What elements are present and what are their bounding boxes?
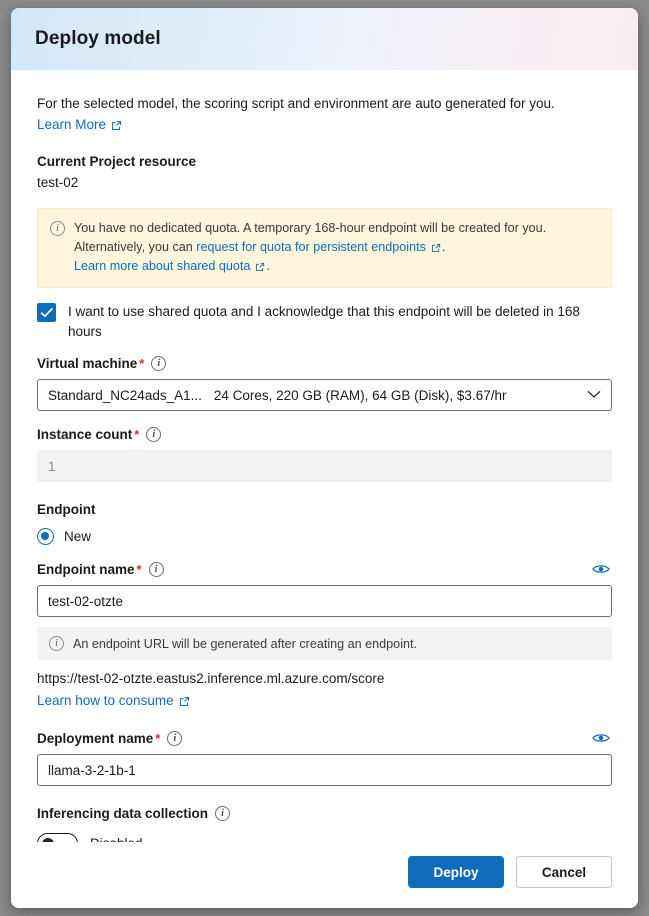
endpoint-url-note-text: An endpoint URL will be generated after …	[73, 636, 417, 651]
instance-count-label-row: Instance count * i	[37, 427, 612, 442]
external-link-icon	[431, 243, 442, 254]
deployment-name-value: llama-3-2-1b-1	[48, 762, 136, 778]
required-asterisk: *	[155, 730, 161, 746]
inferencing-toggle-row[interactable]: Disabled	[37, 833, 612, 842]
deployment-name-label-row: Deployment name * i	[37, 730, 612, 746]
inferencing-toggle[interactable]	[37, 833, 78, 842]
endpoint-name-value: test-02-otzte	[48, 593, 124, 609]
endpoint-name-label-group: Endpoint name * i	[37, 561, 164, 577]
banner-text: You have no dedicated quota. A temporary…	[74, 219, 599, 276]
endpoint-url-note: i An endpoint URL will be generated afte…	[37, 627, 612, 660]
endpoint-name-input[interactable]: test-02-otzte	[37, 585, 612, 617]
dialog-footer: Deploy Cancel	[11, 842, 638, 908]
instance-count-value: 1	[48, 458, 56, 474]
instance-count-label: Instance count	[37, 427, 133, 442]
virtual-machine-label: Virtual machine	[37, 356, 138, 371]
virtual-machine-label-row: Virtual machine * i	[37, 356, 612, 371]
learn-more-label: Learn More	[37, 117, 107, 132]
inferencing-label-row: Inferencing data collection i	[37, 806, 612, 821]
cancel-button[interactable]: Cancel	[516, 856, 612, 888]
learn-more-row: Learn More	[37, 116, 612, 134]
instance-count-input: 1	[37, 450, 612, 482]
deployment-name-label: Deployment name	[37, 730, 154, 746]
endpoint-new-radio[interactable]	[37, 528, 54, 545]
deployment-name-visibility-toggle[interactable]	[590, 730, 612, 746]
shared-quota-link[interactable]: Learn more about shared quota	[74, 257, 266, 276]
info-icon[interactable]: i	[146, 427, 162, 442]
endpoint-new-radio-row[interactable]: New	[37, 528, 612, 545]
consume-link-label: Learn how to consume	[37, 693, 174, 708]
virtual-machine-sku: Standard_NC24ads_A1...	[48, 387, 202, 403]
chevron-down-icon	[587, 386, 601, 404]
endpoint-name-label: Endpoint name	[37, 561, 135, 577]
info-icon[interactable]: i	[148, 561, 164, 577]
virtual-machine-specs: 24 Cores, 220 GB (RAM), 64 GB (Disk), $3…	[213, 387, 507, 403]
info-icon[interactable]: i	[167, 730, 183, 746]
learn-more-link[interactable]: Learn More	[37, 117, 122, 132]
endpoint-name-label-row: Endpoint name * i	[37, 561, 612, 577]
external-link-icon	[255, 262, 266, 273]
deployment-name-input[interactable]: llama-3-2-1b-1	[37, 754, 612, 786]
info-icon[interactable]: i	[151, 356, 167, 371]
inferencing-label: Inferencing data collection	[37, 806, 209, 821]
banner-text-end: .	[266, 259, 270, 273]
deploy-model-dialog: Deploy model For the selected model, the…	[11, 8, 638, 908]
request-quota-link[interactable]: request for quota for persistent endpoin…	[196, 238, 442, 257]
endpoint-url-text: https://test-02-otzte.eastus2.inference.…	[37, 671, 385, 686]
screen-root: Deploy model For the selected model, the…	[0, 0, 649, 916]
endpoint-new-label: New	[64, 529, 92, 544]
dialog-body: For the selected model, the scoring scri…	[11, 70, 638, 842]
learn-how-to-consume-link[interactable]: Learn how to consume	[37, 693, 190, 708]
external-link-icon	[179, 696, 190, 707]
dialog-header: Deploy model	[11, 8, 638, 70]
info-icon: i	[49, 636, 64, 651]
required-asterisk: *	[139, 356, 145, 371]
required-asterisk: *	[136, 561, 142, 577]
eye-icon	[592, 734, 610, 742]
intro-text: For the selected model, the scoring scri…	[37, 96, 555, 111]
shared-quota-consent-label: I want to use shared quota and I acknowl…	[68, 304, 580, 339]
current-project-value: test-02	[37, 175, 79, 190]
deploy-button[interactable]: Deploy	[408, 856, 504, 888]
external-link-icon	[111, 120, 122, 131]
shared-quota-checkbox[interactable]	[37, 303, 56, 322]
shared-quota-consent-row[interactable]: I want to use shared quota and I acknowl…	[37, 302, 612, 342]
request-quota-label: request for quota for persistent endpoin…	[196, 240, 426, 254]
eye-icon	[592, 565, 610, 573]
virtual-machine-select[interactable]: Standard_NC24ads_A1... 24 Cores, 220 GB …	[37, 379, 612, 411]
shared-quota-banner: i You have no dedicated quota. A tempora…	[37, 208, 612, 288]
deployment-name-label-group: Deployment name * i	[37, 730, 183, 746]
current-project-heading: Current Project resource	[37, 154, 197, 169]
consume-link-row: Learn how to consume	[37, 692, 612, 710]
shared-quota-label: Learn more about shared quota	[74, 259, 251, 273]
checkmark-icon	[40, 308, 53, 318]
dialog-title: Deploy model	[35, 28, 161, 49]
banner-separator: .	[441, 240, 446, 254]
info-icon: i	[50, 221, 65, 236]
endpoint-name-visibility-toggle[interactable]	[590, 561, 612, 577]
endpoint-section-heading: Endpoint	[37, 502, 96, 517]
info-icon[interactable]: i	[215, 806, 231, 821]
required-asterisk: *	[134, 427, 140, 442]
